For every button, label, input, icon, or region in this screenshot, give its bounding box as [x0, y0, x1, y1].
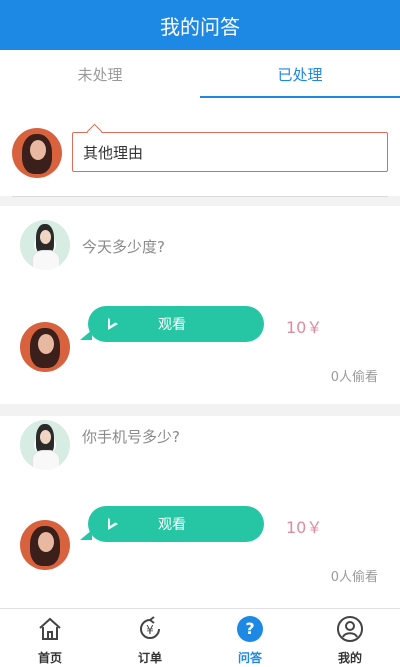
home-icon	[36, 615, 64, 643]
nav-home[interactable]: 首页	[0, 609, 100, 667]
app-header: 我的问答	[0, 0, 400, 50]
nav-profile[interactable]: 我的	[300, 609, 400, 667]
nav-orders-label: 订单	[137, 651, 162, 665]
watch-label: 观看	[158, 517, 186, 533]
watch-label: 观看	[158, 317, 186, 333]
divider	[12, 196, 388, 197]
nav-orders[interactable]: ¥ 订单	[100, 609, 200, 667]
peek-count: 0人偷看	[330, 370, 378, 385]
svg-text:¥: ¥	[146, 623, 154, 637]
question-icon: ?	[236, 615, 264, 643]
bottom-nav: 首页 ¥ 订单 ? 问答 我的	[0, 608, 400, 667]
play-icon-inner	[110, 318, 116, 326]
order-icon: ¥	[136, 615, 164, 643]
play-icon-inner	[110, 518, 116, 526]
tab-processed[interactable]: 已处理	[200, 50, 400, 98]
qa-card: 今天多少度? 观看 10￥ 0人偷看	[0, 206, 400, 404]
profile-icon	[336, 615, 364, 643]
qa-card: 你手机号多少? 观看 10￥ 0人偷看	[0, 416, 400, 608]
question-text: 今天多少度?	[82, 238, 165, 256]
tab-bar: 未处理 已处理	[0, 50, 400, 98]
watch-button[interactable]: 观看	[80, 506, 264, 542]
content-area: 其他理由 今天多少度? 观看 10￥ 0人偷看 你手机号多少? 观看 10￥ 0…	[0, 98, 400, 608]
nav-qa-label: 问答	[237, 651, 262, 665]
nav-home-label: 首页	[37, 651, 62, 665]
price-label: 10￥	[286, 518, 323, 537]
nav-qa[interactable]: ? 问答	[200, 609, 300, 667]
tab-processed-label: 已处理	[277, 65, 323, 84]
tab-pending[interactable]: 未处理	[0, 50, 200, 98]
answerer-avatar	[20, 322, 70, 372]
svg-text:?: ?	[245, 619, 254, 638]
reason-text: 其他理由	[83, 143, 144, 162]
tab-pending-label: 未处理	[77, 65, 123, 84]
question-text: 你手机号多少?	[82, 428, 180, 446]
watch-button[interactable]: 观看	[80, 306, 264, 342]
asker-avatar	[20, 420, 70, 470]
asker-avatar	[20, 220, 70, 270]
price-label: 10￥	[286, 318, 323, 337]
peek-count: 0人偷看	[330, 570, 378, 585]
page-title: 我的问答	[160, 14, 240, 39]
reason-box[interactable]: 其他理由	[72, 132, 388, 172]
avatar	[12, 128, 62, 178]
nav-profile-label: 我的	[337, 651, 362, 665]
answerer-avatar	[20, 520, 70, 570]
